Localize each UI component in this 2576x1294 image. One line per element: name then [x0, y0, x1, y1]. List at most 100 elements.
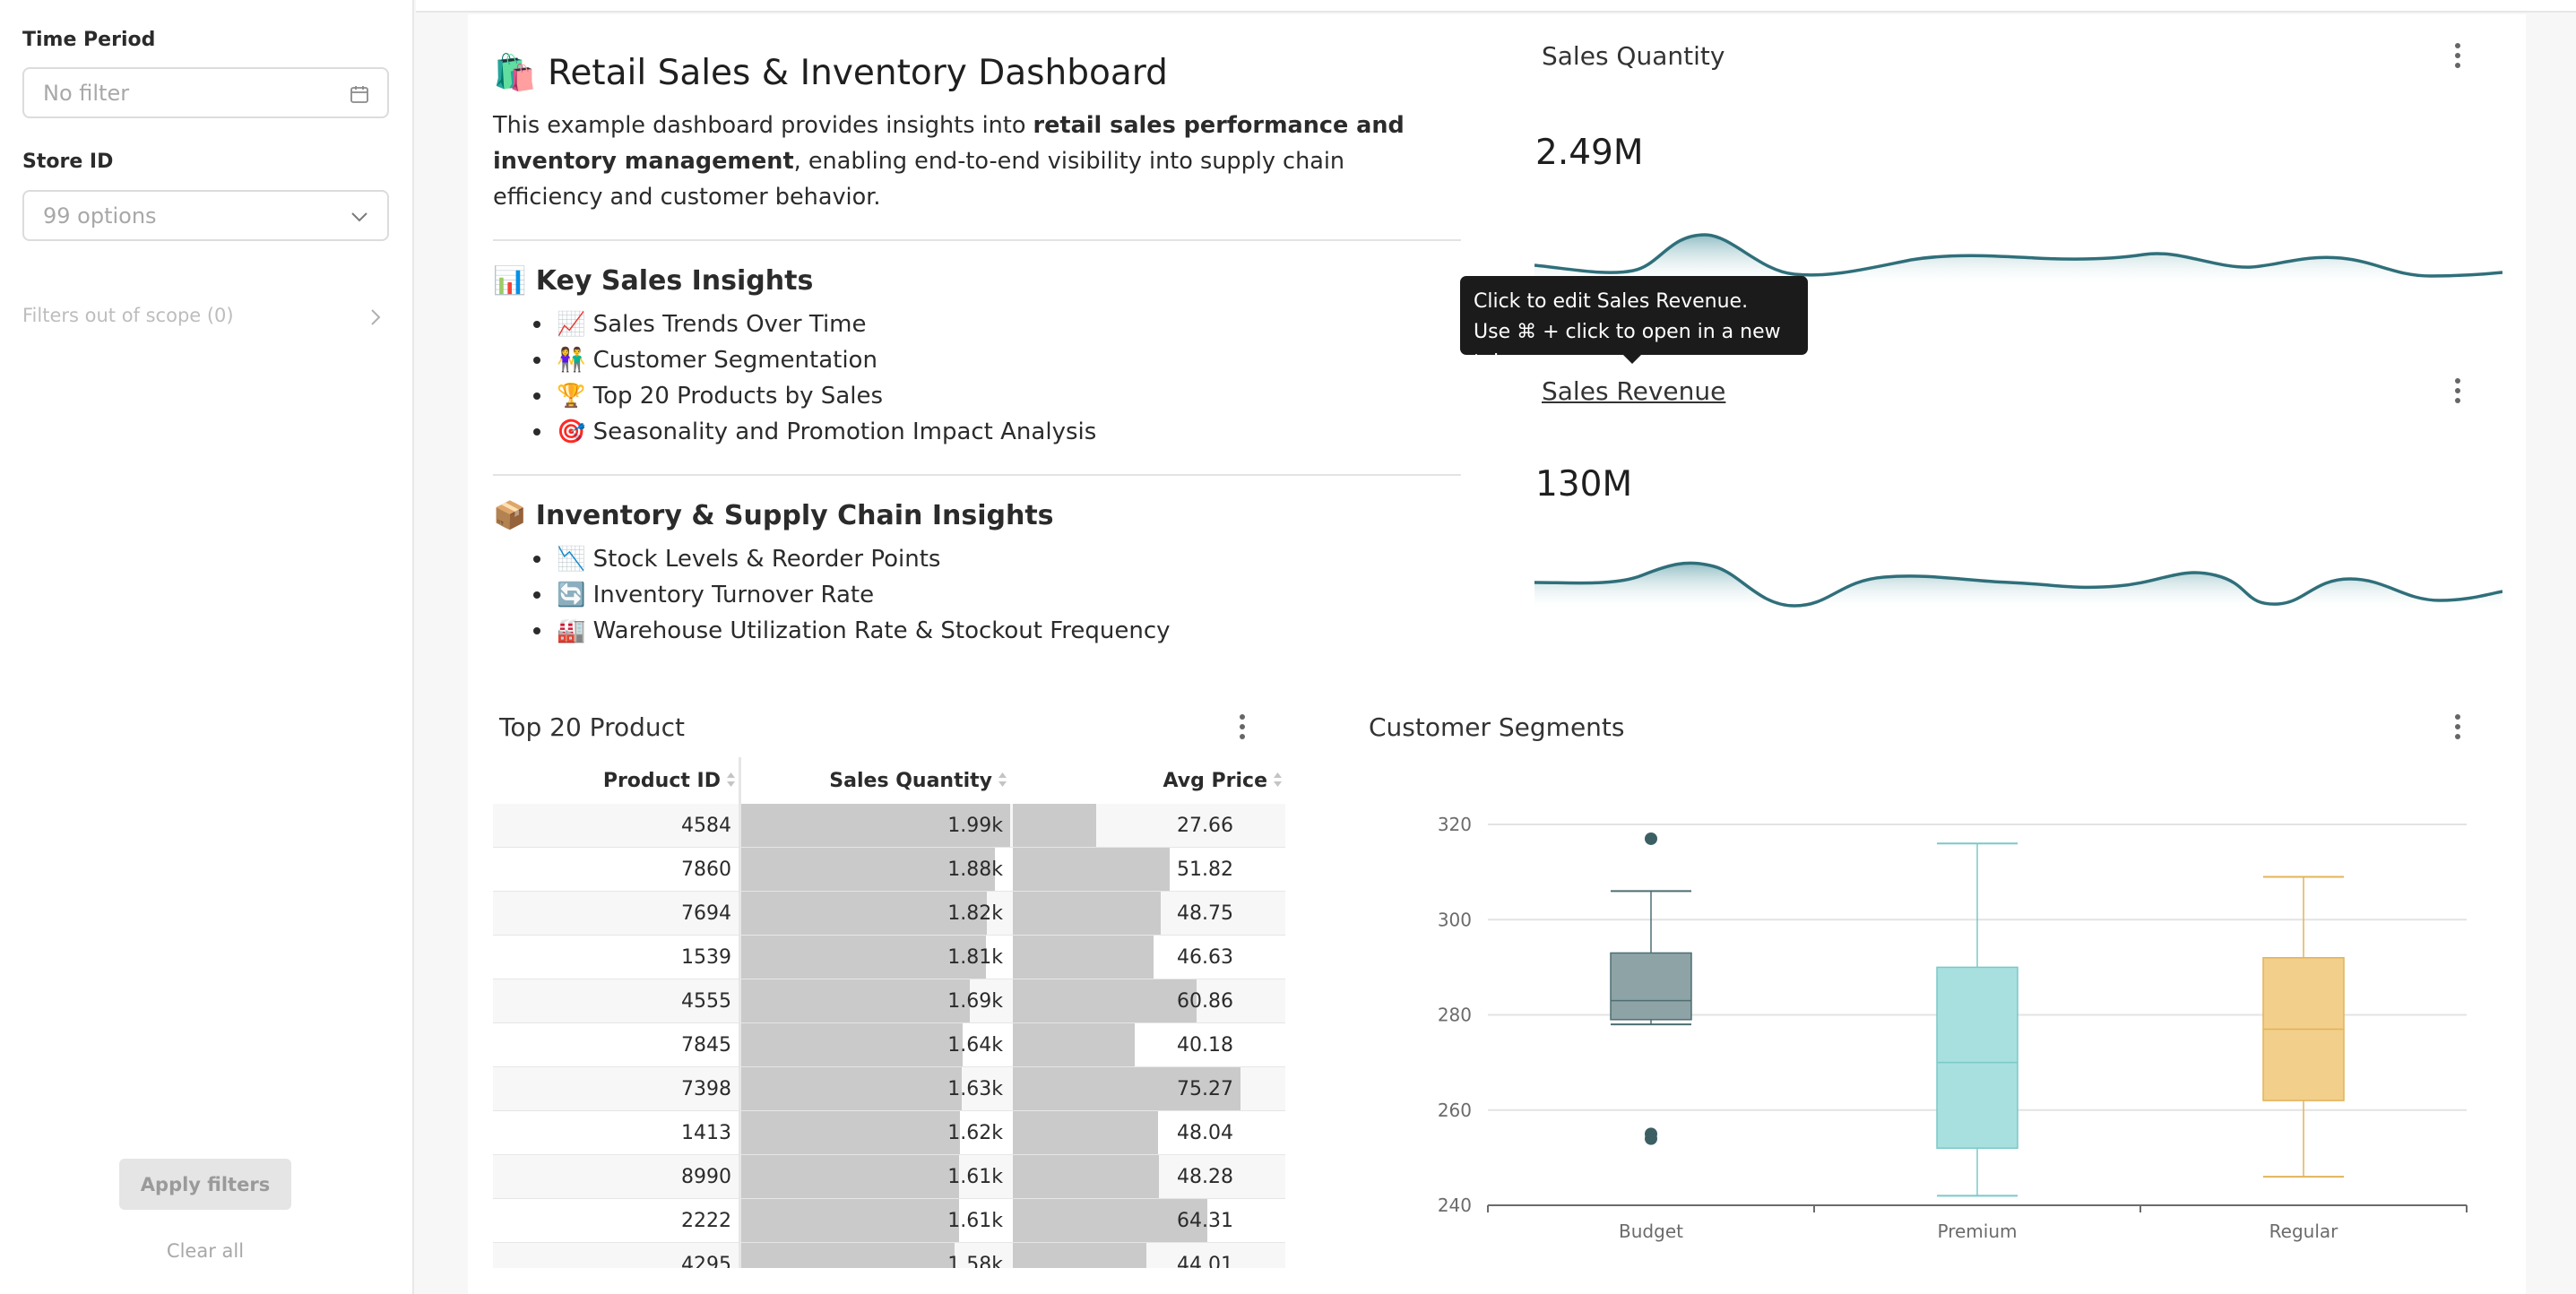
dashboard-title-text: Retail Sales & Inventory Dashboard	[547, 53, 1168, 93]
time-period-label: Time Period	[22, 29, 156, 51]
cell-product-id: 1539	[681, 946, 731, 969]
cell-product-id: 7398	[681, 1078, 731, 1100]
table-row[interactable]: 1413 1.62k 48.04	[493, 1111, 1285, 1155]
divider	[493, 239, 1461, 241]
cell-product-id: 8990	[681, 1166, 731, 1188]
filters-out-of-scope[interactable]: Filters out of scope (0)	[22, 305, 389, 332]
cell-avg-price: 46.63	[1177, 946, 1233, 969]
table-row[interactable]: 4295 1.58k 44.01	[493, 1243, 1285, 1268]
table-row[interactable]: 7398 1.63k 75.27	[493, 1067, 1285, 1111]
store-id-select[interactable]: 99 options	[22, 190, 389, 241]
divider	[493, 474, 1461, 476]
table-row[interactable]: 1539 1.81k 46.63	[493, 936, 1285, 979]
list-item: 📉 Stock Levels & Reorder Points	[533, 541, 1171, 577]
cell-avg-price: 60.86	[1177, 990, 1233, 1013]
cell-product-id: 1413	[681, 1122, 731, 1144]
sales-revenue-title[interactable]: Sales Revenue	[1542, 376, 1725, 406]
tooltip-line-1: Click to edit Sales Revenue.	[1474, 290, 1749, 313]
inventory-insights-list: 📉 Stock Levels & Reorder Points 🔄 Invent…	[533, 541, 1171, 649]
list-item: 🔄 Inventory Turnover Rate	[533, 577, 1171, 613]
calendar-icon	[350, 86, 368, 103]
cell-sales-quantity: 1.61k	[947, 1210, 1003, 1232]
key-sales-insights-heading: 📊 Key Sales Insights	[493, 265, 814, 297]
cell-sales-quantity: 1.63k	[947, 1078, 1003, 1100]
store-id-label: Store ID	[22, 151, 114, 173]
edit-chart-tooltip: Click to edit Sales Revenue. Use ⌘ + cli…	[1460, 276, 1808, 374]
top-edge	[416, 0, 2576, 13]
column-header-avg-price[interactable]: Avg Price	[1013, 757, 1285, 804]
table-row[interactable]: 7860 1.88k 51.82	[493, 848, 1285, 892]
cell-product-id: 2222	[681, 1210, 731, 1232]
outlier-point	[1645, 832, 1657, 845]
y-tick-label: 260	[1438, 1100, 1472, 1121]
box-budget	[1610, 952, 1692, 1021]
cell-sales-quantity: 1.69k	[947, 990, 1003, 1013]
shopping-bag-icon: 🛍️	[493, 53, 537, 93]
cell-product-id: 4295	[681, 1254, 731, 1268]
column-separator[interactable]	[739, 757, 741, 1268]
cell-avg-price: 51.82	[1177, 858, 1233, 881]
sort-icon	[727, 772, 735, 787]
x-tick-label: Premium	[1938, 1221, 2018, 1242]
cell-avg-price: 48.75	[1177, 902, 1233, 925]
intro-prefix: This example dashboard provides insights…	[493, 112, 1033, 139]
cell-sales-quantity: 1.64k	[947, 1034, 1003, 1057]
filter-sidebar: Time Period No filter Store ID 99 option…	[0, 0, 414, 1294]
chevron-down-icon	[351, 212, 367, 222]
cell-sales-quantity: 1.58k	[947, 1254, 1003, 1268]
box-premium	[1936, 966, 2018, 1149]
customer-segments-menu-icon[interactable]	[2452, 714, 2463, 746]
chevron-right-icon	[371, 309, 381, 325]
table-row[interactable]: 7694 1.82k 48.75	[493, 892, 1285, 936]
list-item: 🏆 Top 20 Products by Sales	[533, 378, 1096, 414]
customer-segments-boxplot: 240 260 280 300 320 Budget Premium Regular	[1438, 814, 2468, 1242]
sales-quantity-value: 2.49M	[1535, 133, 1644, 173]
table-row[interactable]: 8990 1.61k 48.28	[493, 1155, 1285, 1199]
cell-sales-quantity: 1.81k	[947, 946, 1003, 969]
customer-segments-title[interactable]: Customer Segments	[1369, 712, 1625, 742]
tooltip-line-2: Use ⌘ + click to open in a new tab.	[1474, 321, 1781, 374]
sales-quantity-title[interactable]: Sales Quantity	[1542, 41, 1725, 71]
dashboard-intro: This example dashboard provides insights…	[493, 108, 1461, 215]
cell-sales-quantity: 1.62k	[947, 1122, 1003, 1144]
list-item: 🏭 Warehouse Utilization Rate & Stockout …	[533, 613, 1171, 649]
clear-all-button[interactable]: Clear all	[119, 1240, 291, 1262]
cell-product-id: 7694	[681, 902, 731, 925]
inventory-insights-heading: 📦 Inventory & Supply Chain Insights	[493, 500, 1054, 531]
table-row[interactable]: 4584 1.99k 27.66	[493, 804, 1285, 848]
table-row[interactable]: 7845 1.64k 40.18	[493, 1023, 1285, 1067]
column-header-sales-quantity[interactable]: Sales Quantity	[741, 757, 1010, 804]
outlier-point	[1645, 1132, 1657, 1145]
sales-quantity-menu-icon[interactable]	[2452, 43, 2463, 75]
apply-filters-button[interactable]: Apply filters	[119, 1159, 291, 1210]
column-header-label: Avg Price	[1163, 770, 1267, 792]
column-header-label: Product ID	[602, 770, 721, 792]
sort-icon	[998, 772, 1007, 787]
y-tick-label: 300	[1438, 909, 1472, 930]
sales-revenue-menu-icon[interactable]	[2452, 378, 2463, 410]
column-header-product-id[interactable]: Product ID	[493, 757, 739, 804]
dashboard-title: 🛍️ Retail Sales & Inventory Dashboard	[493, 52, 1168, 93]
cell-product-id: 4555	[681, 990, 731, 1013]
list-item: 👫 Customer Segmentation	[533, 342, 1096, 378]
cell-avg-price: 44.01	[1177, 1254, 1233, 1268]
store-id-placeholder: 99 options	[43, 203, 157, 229]
column-header-label: Sales Quantity	[829, 770, 992, 792]
table-row[interactable]: 2222 1.61k 64.31	[493, 1199, 1285, 1243]
cell-avg-price: 64.31	[1177, 1210, 1233, 1232]
top-products-menu-icon[interactable]	[1237, 714, 1248, 746]
out-of-scope-label: Filters out of scope (0)	[22, 305, 234, 326]
y-tick-label: 280	[1438, 1005, 1472, 1026]
cell-product-id: 7860	[681, 858, 731, 881]
x-tick-label: Budget	[1619, 1221, 1683, 1242]
cell-sales-quantity: 1.61k	[947, 1166, 1003, 1188]
cell-avg-price: 27.66	[1177, 815, 1233, 837]
list-item: 📈 Sales Trends Over Time	[533, 306, 1096, 342]
cell-avg-price: 48.04	[1177, 1122, 1233, 1144]
cell-product-id: 4584	[681, 815, 731, 837]
table-row[interactable]: 4555 1.69k 60.86	[493, 979, 1285, 1023]
time-period-input[interactable]: No filter	[22, 67, 389, 118]
top-products-title[interactable]: Top 20 Product	[499, 712, 685, 742]
cell-sales-quantity: 1.99k	[947, 815, 1003, 837]
time-period-placeholder: No filter	[43, 81, 130, 106]
